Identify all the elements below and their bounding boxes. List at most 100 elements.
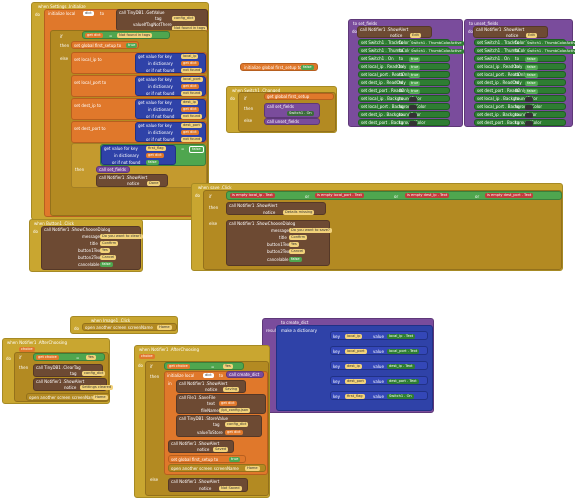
notice-done-value[interactable]: Done bbox=[147, 181, 161, 186]
clear-tag-call[interactable]: call TinyDB1 .ClearTag tag config_dict bbox=[33, 364, 106, 377]
get-dict-ref[interactable]: get dict bbox=[181, 130, 199, 135]
property-setter-row[interactable]: set local_port . BackgroundColor to bbox=[474, 103, 566, 110]
call-create-dict[interactable]: call create_dict bbox=[226, 371, 264, 378]
set-first-setup-block[interactable]: set global first_setup to true bbox=[71, 41, 139, 49]
key-dest-port[interactable]: dest_port bbox=[181, 123, 202, 128]
property-setter-row[interactable]: set dest_ip . BackgroundColor to bbox=[358, 111, 450, 118]
message-value[interactable]: Do you want to clear? bbox=[100, 234, 144, 239]
notice-edit-value[interactable]: Edit bbox=[526, 33, 537, 38]
value-ref[interactable]: local_port . Text bbox=[387, 349, 420, 354]
property-setter-row[interactable]: set local_port . ReadOnly to false bbox=[474, 71, 566, 78]
switch-on-value[interactable]: Switch1 . On bbox=[287, 111, 314, 116]
dict-pair[interactable]: key local_ip value local_ip . Text bbox=[330, 331, 428, 340]
tinydb-store-call[interactable]: call TinyDB1 .StoreValue tag config_dict… bbox=[176, 415, 262, 437]
screen-home-value[interactable]: Home bbox=[93, 395, 108, 400]
settings-cleared-notifier[interactable]: call Notifier1 .ShowAlert notice Setting… bbox=[33, 378, 114, 391]
switch-call-set-fields[interactable]: call set_fields Switch1 . On bbox=[264, 103, 320, 118]
image1-open-screen[interactable]: open another screen screenName Home bbox=[82, 323, 177, 331]
not-saved-notifier[interactable]: call Notifier1 .ShowAlert notice Not Sav… bbox=[168, 478, 248, 492]
key-value[interactable]: first_flag bbox=[345, 394, 365, 399]
set-global-first-setup[interactable]: set global first_setup to true bbox=[168, 455, 246, 463]
value-ref[interactable]: dest_port . Text bbox=[387, 379, 419, 384]
cancelable-value[interactable]: false bbox=[289, 257, 302, 262]
property-setter-row[interactable]: set dest_port . ReadOnly to false bbox=[474, 87, 566, 94]
get-value-flag[interactable]: get value for key first_flag in dictiona… bbox=[101, 145, 176, 165]
saving-notifier[interactable]: call Notifier1 .ShowAlert notice Saving bbox=[176, 380, 246, 393]
setter-value[interactable]: Switch1 . ThumbColorActive bbox=[525, 49, 575, 54]
details-missing-value[interactable]: Details missing bbox=[283, 210, 315, 215]
title-value[interactable]: Confirm bbox=[289, 235, 308, 240]
file-name-value[interactable]: /ipt_config.json bbox=[219, 408, 251, 413]
saving-value[interactable]: Saving bbox=[223, 387, 240, 392]
get-choice[interactable]: get choice bbox=[36, 355, 59, 360]
property-setter-row[interactable]: set local_port . ReadOnly to true bbox=[358, 71, 450, 78]
button2-value[interactable]: Cancel bbox=[289, 249, 306, 254]
settings-cleared-value[interactable]: Settings cleared bbox=[80, 385, 114, 390]
unset-fields-notifier[interactable]: call Notifier1 .ShowAlert notice Edit bbox=[473, 26, 548, 38]
get-dict-ref[interactable]: get dict bbox=[146, 153, 164, 158]
button1-choose-dialog[interactable]: call Notifier1 .ShowChooseDialog message… bbox=[41, 226, 144, 270]
setter-value[interactable]: false bbox=[525, 65, 538, 70]
key-dest-ip[interactable]: dest_ip bbox=[181, 100, 198, 105]
call-notifier-done[interactable]: call Notifier1 .ShowAlert notice Done bbox=[96, 174, 168, 187]
choice-param[interactable]: choice bbox=[139, 354, 155, 359]
not-found-value[interactable]: not found bbox=[181, 137, 203, 142]
get-dict[interactable]: get dict bbox=[85, 33, 103, 38]
setter-value[interactable] bbox=[525, 121, 533, 126]
dict-pair[interactable]: key dest_port value dest_port . Text bbox=[330, 376, 428, 385]
init-global-first-setup[interactable]: initialize global first_setup to false bbox=[240, 63, 318, 71]
get-value-dest-ip[interactable]: get value for key dest_ip in dictionary … bbox=[135, 99, 206, 119]
or-chain-block[interactable]: is empty local_ip . Text or is empty loc… bbox=[226, 191, 562, 200]
key-value[interactable]: local_port bbox=[345, 349, 367, 354]
property-setter-row[interactable]: set local_ip . ReadOnly to true bbox=[358, 63, 450, 70]
property-setter-row[interactable]: set local_ip . BackgroundColor to bbox=[358, 95, 450, 102]
setter-value[interactable] bbox=[409, 97, 417, 102]
property-setter-row[interactable]: set dest_ip . ReadOnly to true bbox=[358, 79, 450, 86]
call-set-fields[interactable]: call set_fields bbox=[96, 166, 130, 173]
screen-home-value[interactable]: Home bbox=[245, 466, 260, 471]
property-setter-row[interactable]: set Switch1 . TrackColorActive to Switch1 … bbox=[358, 39, 464, 46]
yes-value[interactable]: Yes bbox=[86, 355, 96, 360]
setter-value[interactable]: false bbox=[525, 57, 538, 62]
key-first-flag[interactable]: first_flag bbox=[146, 146, 166, 151]
property-setter-row[interactable]: set local_port . BackgroundColor to bbox=[358, 103, 450, 110]
setter-value[interactable] bbox=[409, 121, 417, 126]
switch-call-unset-fields[interactable]: call unset_fields bbox=[264, 118, 320, 125]
not-found-value[interactable]: not found bbox=[181, 91, 203, 96]
not-found-cmp[interactable]: Not found in tags bbox=[117, 33, 153, 38]
setter-value[interactable]: false bbox=[525, 89, 538, 94]
notice-edit-value[interactable]: Edit bbox=[410, 33, 421, 38]
property-setter-row[interactable]: set local_ip . ReadOnly to false bbox=[474, 63, 566, 70]
title-value[interactable]: Confirm bbox=[100, 241, 119, 246]
is-empty-dest-ip[interactable]: is empty dest_ip . Text bbox=[405, 193, 450, 198]
key-value[interactable]: dest_ip bbox=[345, 364, 362, 369]
property-setter-row[interactable]: set dest_port . ReadOnly to true bbox=[358, 87, 450, 94]
setter-value[interactable] bbox=[525, 105, 533, 110]
is-empty-local-ip[interactable]: is empty local_ip . Text bbox=[230, 193, 275, 198]
cancelable-value[interactable]: false bbox=[100, 262, 113, 267]
is-empty-dest-port[interactable]: is empty dest_port . Text bbox=[485, 193, 534, 198]
property-setter-row[interactable]: set local_ip . BackgroundColor to bbox=[474, 95, 566, 102]
value-ref[interactable]: dest_ip . Text bbox=[387, 364, 415, 369]
not-saved-value[interactable]: Not Saved bbox=[219, 486, 242, 491]
key-value[interactable]: local_ip bbox=[345, 334, 363, 339]
false-default[interactable]: false bbox=[146, 160, 159, 165]
setter-value[interactable]: true bbox=[409, 65, 421, 70]
setter-value[interactable]: false bbox=[525, 81, 538, 86]
property-setter-row[interactable]: set dest_ip . ReadOnly to false bbox=[474, 79, 566, 86]
is-empty-local-port[interactable]: is empty local_port . Text bbox=[315, 193, 364, 198]
value-ref[interactable]: local_ip . Text bbox=[387, 334, 416, 339]
set-fields-notifier[interactable]: call Notifier1 .ShowAlert notice Edit bbox=[357, 26, 432, 38]
true-value[interactable]: true bbox=[126, 43, 138, 48]
file-save-call[interactable]: call File1 .SaveFile text get dict fileN… bbox=[176, 394, 266, 414]
yes-value[interactable]: Yes bbox=[223, 364, 233, 369]
property-setter-row[interactable]: set Switch1 . ThumbColorActive to Switch1 … bbox=[358, 47, 464, 54]
button1-value[interactable]: Yes bbox=[289, 242, 299, 247]
compare-block[interactable]: get dict = Not found in tags bbox=[82, 31, 170, 39]
get-dict-ref[interactable]: get dict bbox=[181, 107, 199, 112]
setter-value[interactable]: false bbox=[525, 73, 538, 78]
save-notifier-missing[interactable]: call Notifier1 .ShowAlert notice Details… bbox=[226, 202, 326, 215]
setter-value[interactable]: Switch1 . ThumbColorActive bbox=[525, 41, 575, 46]
button1-value[interactable]: Yes bbox=[100, 248, 110, 253]
false-value[interactable]: false bbox=[189, 146, 204, 153]
